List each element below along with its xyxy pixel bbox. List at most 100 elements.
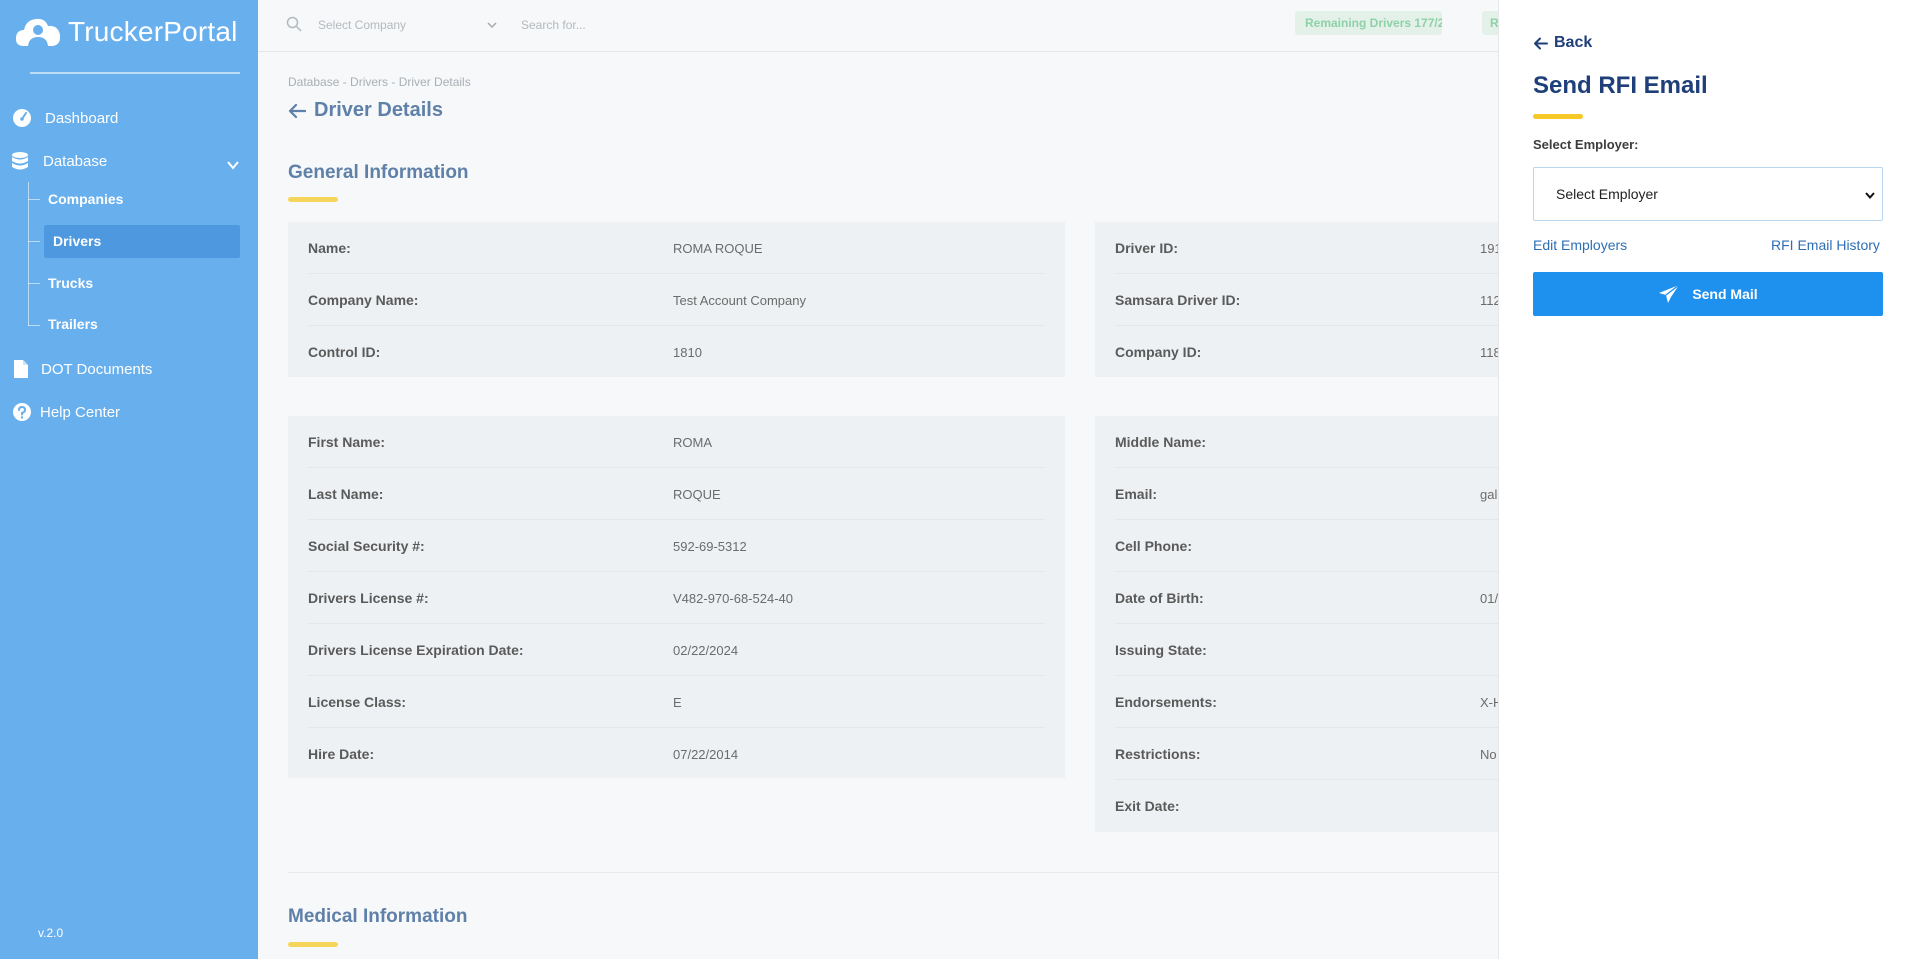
subnav-tick — [28, 199, 40, 200]
info-row: Endorsements: X-H — [1115, 676, 1498, 728]
edit-employers-link[interactable]: Edit Employers — [1533, 237, 1627, 253]
field-label: Cell Phone: — [1115, 538, 1193, 554]
field-label: Drivers License #: — [308, 590, 429, 606]
send-mail-button[interactable]: Send Mail — [1533, 272, 1883, 316]
info-row: Exit Date: — [1115, 780, 1498, 832]
panel-title-underline — [1533, 114, 1583, 119]
personal-card-right: Middle Name: Email: gal Cell Phone: Date… — [1095, 416, 1498, 832]
section-title-medical: Medical Information — [288, 906, 468, 927]
field-label: Company Name: — [308, 292, 419, 308]
help-icon — [13, 403, 31, 421]
info-row: Company ID: 118 — [1115, 326, 1498, 377]
remaining-drivers-badge: Remaining Drivers 177/200 — [1295, 11, 1442, 35]
field-label: Company ID: — [1115, 344, 1202, 360]
field-label: Social Security #: — [308, 538, 425, 554]
sidebar-subitem-trailers[interactable]: Trailers — [48, 316, 98, 332]
chevron-down-icon[interactable] — [486, 19, 498, 31]
section-divider — [288, 872, 1498, 873]
field-value: No — [1480, 747, 1497, 762]
field-label: Name: — [308, 240, 351, 256]
field-value: 112 — [1480, 293, 1498, 308]
field-label: Drivers License Expiration Date: — [308, 642, 524, 658]
database-icon — [12, 152, 28, 170]
field-value: Test Account Company — [673, 293, 806, 308]
version-label: v.2.0 — [38, 926, 64, 940]
gauge-icon — [13, 109, 31, 127]
general-card-left: Name: ROMA ROQUE Company Name: Test Acco… — [288, 222, 1065, 377]
sidebar-item-dot-documents[interactable]: DOT Documents — [13, 359, 152, 379]
info-row: License Class: E — [308, 676, 1045, 728]
topbar: Select Company Search for... Remaining D… — [258, 0, 1498, 52]
field-value: ROQUE — [673, 487, 721, 502]
info-row: Issuing State: — [1115, 624, 1498, 676]
arrow-left-icon[interactable] — [288, 103, 306, 119]
page-title-text: Driver Details — [314, 99, 443, 121]
sidebar-item-database[interactable]: Database — [10, 151, 107, 171]
rfi-email-history-link[interactable]: RFI Email History — [1771, 237, 1880, 253]
field-value: 01/ — [1480, 591, 1498, 606]
sidebar-subitem-drivers[interactable]: Drivers — [53, 233, 101, 249]
status-badge: R — [1482, 11, 1498, 35]
chevron-down-icon[interactable] — [226, 158, 240, 172]
section-underline — [288, 942, 338, 947]
subnav-tick — [28, 241, 40, 242]
sidebar-subitem-trucks[interactable]: Trucks — [48, 275, 93, 291]
section-underline — [288, 197, 338, 202]
employer-select-value: Select Employer — [1556, 186, 1658, 202]
sidebar: TruckerPortal Dashboard Database Compani… — [0, 0, 258, 959]
info-row: Last Name: ROQUE — [308, 468, 1045, 520]
field-label: Exit Date: — [1115, 798, 1180, 814]
info-row: First Name: ROMA — [308, 416, 1045, 468]
field-value: ROMA — [673, 435, 712, 450]
sidebar-subitem-companies[interactable]: Companies — [48, 191, 123, 207]
search-input[interactable]: Search for... — [521, 18, 586, 32]
sidebar-item-help-center[interactable]: Help Center — [12, 402, 120, 422]
info-row: Samsara Driver ID: 112 — [1115, 274, 1498, 326]
back-button[interactable]: Back — [1533, 34, 1592, 52]
sidebar-item-label: Dashboard — [45, 109, 119, 127]
panel-title: Send RFI Email — [1533, 72, 1708, 99]
info-row: Middle Name: — [1115, 416, 1498, 468]
employer-label: Select Employer: — [1533, 137, 1639, 152]
logo[interactable]: TruckerPortal — [14, 14, 238, 50]
field-label: Issuing State: — [1115, 642, 1207, 658]
field-label: Restrictions: — [1115, 746, 1201, 762]
field-value: 07/22/2014 — [673, 747, 739, 762]
field-label: Last Name: — [308, 486, 384, 502]
info-row: Date of Birth: 01/ — [1115, 572, 1498, 624]
document-icon — [14, 360, 28, 378]
cloud-user-logo-icon — [15, 18, 61, 46]
company-select[interactable]: Select Company — [318, 18, 406, 32]
field-value: ROMA ROQUE — [673, 241, 763, 256]
info-row: Hire Date: 07/22/2014 — [308, 728, 1045, 780]
field-label: Driver ID: — [1115, 240, 1179, 256]
personal-card-left: First Name: ROMA Last Name: ROQUE Social… — [288, 416, 1065, 778]
chevron-down-icon — [1865, 192, 1875, 200]
field-label: Control ID: — [308, 344, 381, 360]
info-row: Cell Phone: — [1115, 520, 1498, 572]
employer-select[interactable]: Select Employer — [1533, 167, 1883, 221]
field-label: License Class: — [308, 694, 407, 710]
subnav-line — [28, 182, 29, 326]
app-name: TruckerPortal — [68, 16, 238, 47]
field-label: Hire Date: — [308, 746, 375, 762]
info-row: Social Security #: 592-69-5312 — [308, 520, 1045, 572]
info-row: Company Name: Test Account Company — [308, 274, 1045, 326]
sidebar-item-label: Help Center — [40, 403, 121, 421]
field-value: 592-69-5312 — [673, 539, 747, 554]
field-value: 1810 — [673, 345, 702, 360]
info-row: Restrictions: No — [1115, 728, 1498, 780]
page-title: Driver Details — [288, 99, 443, 122]
breadcrumb: Database - Drivers - Driver Details — [288, 75, 471, 89]
back-label: Back — [1554, 34, 1593, 51]
subnav-tick — [28, 283, 40, 284]
field-label: Middle Name: — [1115, 434, 1207, 450]
field-label: Endorsements: — [1115, 694, 1217, 710]
subnav-tick — [28, 325, 40, 326]
sidebar-item-dashboard[interactable]: Dashboard — [12, 108, 118, 128]
field-value: 118 — [1480, 345, 1498, 360]
send-mail-label: Send Mail — [1692, 286, 1758, 302]
info-row: Name: ROMA ROQUE — [308, 222, 1045, 274]
sidebar-item-label: DOT Documents — [41, 360, 153, 378]
field-label: Email: — [1115, 486, 1158, 502]
